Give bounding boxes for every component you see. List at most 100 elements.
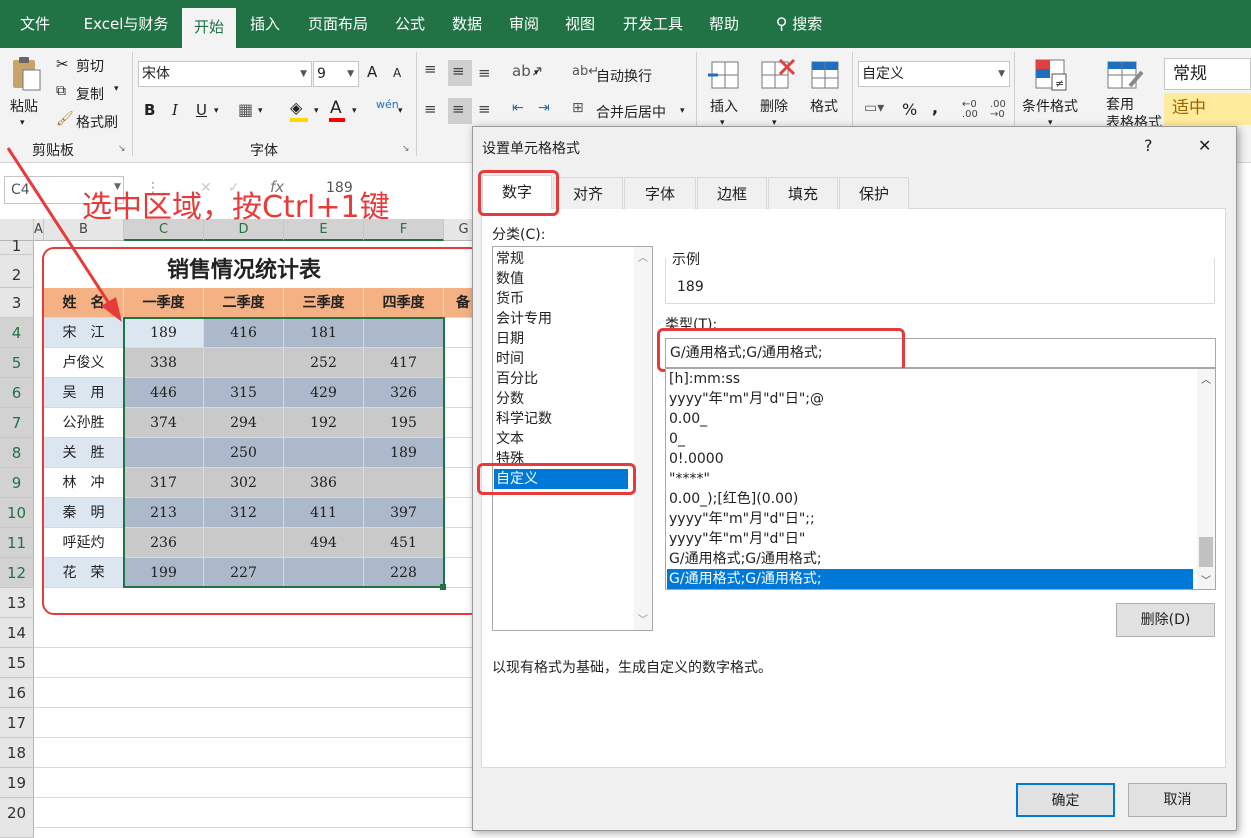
font-size-select[interactable]: 9 ▼: [313, 61, 359, 87]
row-header-16[interactable]: 16: [0, 678, 34, 708]
tab-home[interactable]: 开始: [182, 8, 236, 48]
dialog-tab-alignment[interactable]: 对齐: [553, 177, 623, 209]
copy-button[interactable]: 复制: [76, 84, 104, 104]
font-color-dropdown-icon[interactable]: ▾: [352, 106, 357, 116]
delete-button[interactable]: 删除: [760, 96, 788, 116]
decrease-indent-icon[interactable]: ⇤: [512, 100, 524, 116]
category-item[interactable]: 日期: [496, 329, 524, 349]
copy-dropdown-icon[interactable]: ▾: [114, 84, 119, 94]
category-item[interactable]: 常规: [496, 249, 524, 269]
row-header-19[interactable]: 19: [0, 768, 34, 798]
tab-insert[interactable]: 插入: [242, 0, 288, 48]
dialog-tab-border[interactable]: 边框: [697, 177, 767, 209]
accounting-icon[interactable]: ▭▾: [864, 100, 884, 116]
row-header-20[interactable]: 20: [0, 798, 34, 838]
percent-icon[interactable]: %: [902, 100, 917, 119]
decrease-decimal-icon[interactable]: .00 →0: [990, 100, 1006, 120]
tab-developer[interactable]: 开发工具: [614, 0, 692, 48]
type-item[interactable]: yyyy"年"m"月"d"日";;: [669, 509, 815, 529]
increase-indent-icon[interactable]: ⇥: [538, 100, 550, 116]
tab-excel-finance[interactable]: Excel与财务: [76, 0, 176, 48]
align-left-icon[interactable]: ≡: [424, 100, 437, 118]
ok-button[interactable]: 确定: [1016, 783, 1115, 817]
tab-file[interactable]: 文件: [10, 0, 60, 48]
type-item[interactable]: 0.00_: [669, 409, 707, 429]
fill-color-icon[interactable]: ◈: [290, 98, 302, 117]
shrink-font-button[interactable]: A: [393, 66, 401, 80]
type-item-selected[interactable]: G/通用格式;G/通用格式;: [667, 569, 1193, 589]
conditional-format-button[interactable]: 条件格式: [1022, 96, 1078, 116]
format-painter-button[interactable]: 格式刷: [76, 112, 118, 132]
type-item[interactable]: 0.00_);[红色](0.00): [669, 489, 798, 509]
row-header-12[interactable]: 12: [0, 558, 34, 588]
merge-dropdown-icon[interactable]: ▾: [680, 106, 685, 116]
insert-button[interactable]: 插入: [710, 96, 738, 116]
merge-center-button[interactable]: 合并后居中: [596, 102, 666, 122]
row-header-11[interactable]: 11: [0, 528, 34, 558]
tab-view[interactable]: 视图: [558, 0, 602, 48]
tab-help[interactable]: 帮助: [702, 0, 746, 48]
underline-dropdown-icon[interactable]: ▾: [214, 106, 219, 116]
increase-decimal-icon[interactable]: ←0.00: [962, 100, 978, 120]
align-center-icon[interactable]: ≡: [452, 100, 465, 118]
type-item[interactable]: 0_: [669, 429, 685, 449]
row-header-15[interactable]: 15: [0, 648, 34, 678]
row-header-6[interactable]: 6: [0, 378, 34, 408]
type-item[interactable]: G/通用格式;G/通用格式;: [669, 549, 822, 569]
phonetic-dropdown-icon[interactable]: ▾: [398, 106, 403, 116]
category-item[interactable]: 百分比: [496, 369, 538, 389]
row-header-7[interactable]: 7: [0, 408, 34, 438]
category-item[interactable]: 货币: [496, 289, 524, 309]
style-neutral[interactable]: 适中: [1164, 93, 1251, 125]
category-item[interactable]: 文本: [496, 429, 524, 449]
italic-button[interactable]: I: [172, 101, 178, 119]
close-button[interactable]: ✕: [1198, 136, 1211, 155]
row-header-5[interactable]: 5: [0, 348, 34, 378]
cancel-button[interactable]: 取消: [1128, 783, 1227, 817]
delete-format-button[interactable]: 删除(D): [1116, 603, 1215, 637]
tab-review[interactable]: 审阅: [502, 0, 546, 48]
type-item[interactable]: "****": [669, 469, 710, 489]
cut-button[interactable]: 剪切: [76, 56, 104, 76]
underline-button[interactable]: U: [196, 101, 207, 119]
wrap-text-button[interactable]: 自动换行: [596, 66, 652, 86]
font-color-icon[interactable]: A: [330, 98, 342, 118]
style-normal[interactable]: 常规: [1164, 58, 1251, 90]
type-item[interactable]: yyyy"年"m"月"d"日": [669, 529, 805, 549]
dialog-tab-protection[interactable]: 保护: [839, 177, 909, 209]
help-button[interactable]: ?: [1144, 136, 1153, 155]
comma-icon[interactable]: ,: [932, 98, 938, 117]
align-right-icon[interactable]: ≡: [478, 100, 491, 118]
orientation-dropdown-icon[interactable]: ▾: [534, 68, 539, 78]
type-item[interactable]: 0!.0000: [669, 449, 724, 469]
category-scrollbar[interactable]: ︿ ﹀: [634, 247, 652, 630]
row-header-10[interactable]: 10: [0, 498, 34, 528]
font-name-select[interactable]: 宋体 ▼: [138, 61, 312, 87]
type-scrollbar[interactable]: ︿ ﹀: [1197, 369, 1215, 589]
font-launcher-icon[interactable]: ↘: [402, 144, 410, 154]
tab-page-layout[interactable]: 页面布局: [300, 0, 376, 48]
type-item[interactable]: [h]:mm:ss: [669, 369, 740, 389]
search-box[interactable]: ⚲ 搜索: [764, 0, 834, 48]
paste-button[interactable]: 粘贴: [10, 96, 38, 116]
grow-font-button[interactable]: A: [367, 63, 377, 81]
dialog-tab-fill[interactable]: 填充: [768, 177, 838, 209]
border-icon[interactable]: ▦: [238, 100, 253, 119]
fill-dropdown-icon[interactable]: ▾: [314, 106, 319, 116]
row-header-9[interactable]: 9: [0, 468, 34, 498]
tab-data[interactable]: 数据: [444, 0, 490, 48]
category-item[interactable]: 分数: [496, 389, 524, 409]
paste-dropdown-icon[interactable]: ▾: [20, 118, 25, 128]
align-middle-icon[interactable]: ≡: [452, 62, 465, 80]
type-scrollbar-thumb[interactable]: [1199, 537, 1213, 567]
dialog-tab-font[interactable]: 字体: [624, 177, 696, 209]
border-dropdown-icon[interactable]: ▾: [258, 106, 263, 116]
row-header-14[interactable]: 14: [0, 618, 34, 648]
row-header-13[interactable]: 13: [0, 588, 34, 618]
category-item[interactable]: 会计专用: [496, 309, 552, 329]
type-item[interactable]: yyyy"年"m"月"d"日";@: [669, 389, 824, 409]
number-format-select[interactable]: 自定义 ▼: [858, 61, 1010, 87]
category-item[interactable]: 时间: [496, 349, 524, 369]
format-button[interactable]: 格式: [810, 96, 838, 116]
phonetic-icon[interactable]: wén: [376, 98, 399, 111]
